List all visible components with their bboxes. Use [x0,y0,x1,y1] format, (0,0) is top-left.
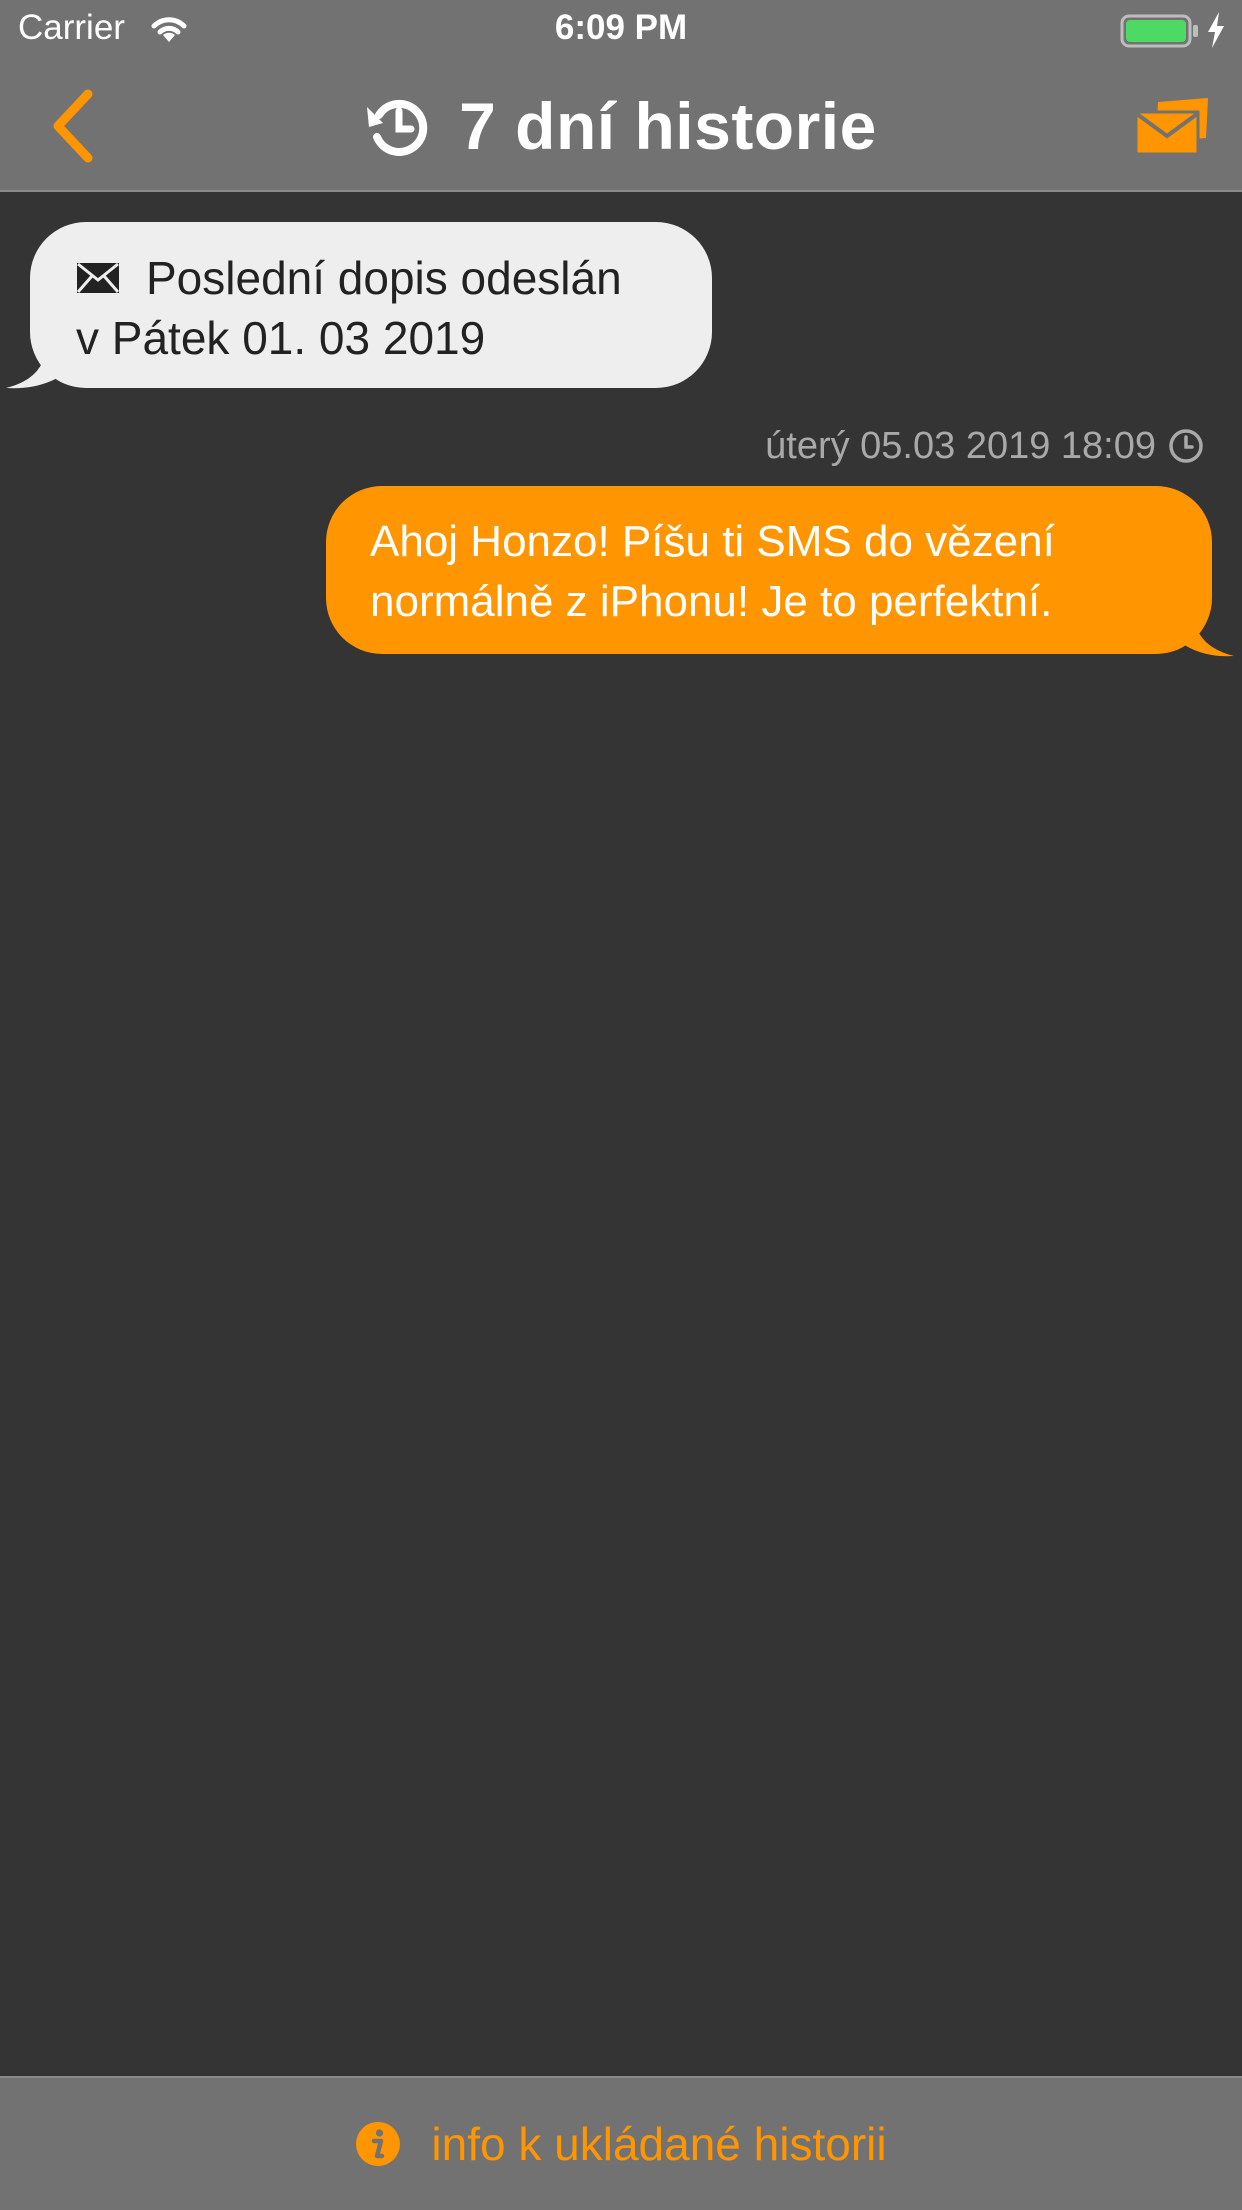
clock-icon [1169,429,1203,463]
outgoing-message-line1: Ahoj Honzo! Píšu ti SMS do vězení [370,517,1055,566]
envelope-icon [76,262,120,293]
page-title: 7 dní historie [459,89,877,163]
history-icon [367,99,428,156]
status-bar: Carrier 6:09 PM [0,0,1242,62]
incoming-message-line2: v Pátek 01. 03 2019 [76,312,486,364]
timestamp-label: úterý 05.03 2019 18:09 [765,424,1156,467]
history-info-button[interactable]: info k ukládané historii [0,2076,1242,2210]
incoming-message-bubble: Poslední dopis odeslán v Pátek 01. 03 20… [30,222,712,388]
incoming-message-line1: Poslední dopis odeslán [146,252,622,304]
charging-bolt-icon [1208,12,1224,48]
send-letter-button[interactable] [1134,98,1212,156]
outgoing-message-line2: normálně z iPhonu! Je to perfektní. [370,577,1053,626]
history-info-label: info k ukládané historii [431,2118,887,2170]
clock-label: 6:09 PM [554,8,688,47]
battery-icon [1120,14,1198,48]
navigation-bar: 7 dní historie [0,62,1242,192]
nav-title-group: 7 dní historie [0,62,1242,190]
mail-send-icon [1134,98,1208,156]
message-timestamp: úterý 05.03 2019 18:09 [765,418,1204,474]
info-icon [356,2122,401,2166]
outgoing-message-bubble: Ahoj Honzo! Píšu ti SMS do vězení normál… [326,486,1212,654]
